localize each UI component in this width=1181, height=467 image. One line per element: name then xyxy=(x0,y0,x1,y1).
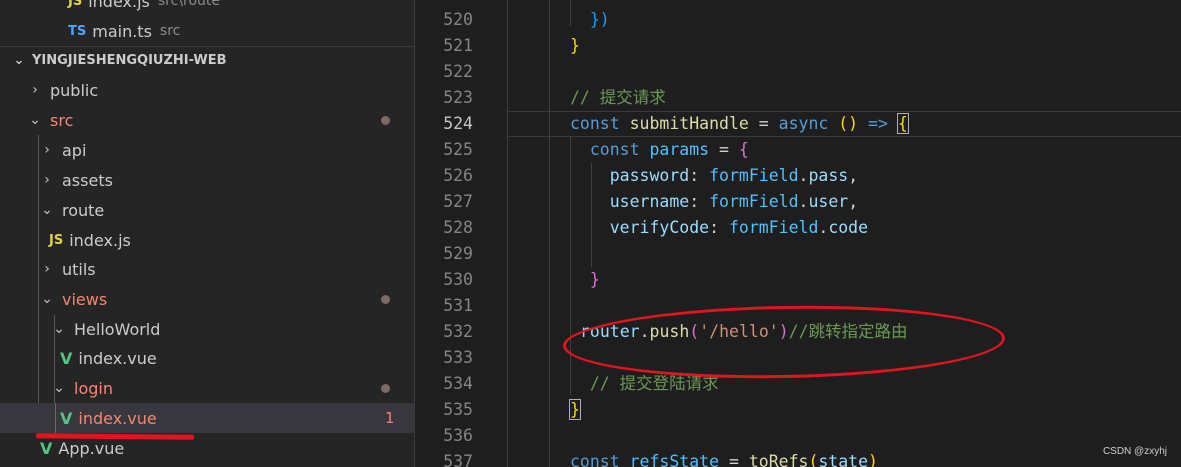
folder-api[interactable]: › api xyxy=(0,135,414,165)
folder-helloworld[interactable]: ⌄ HelloWorld xyxy=(0,314,414,344)
file-login-index-vue[interactable]: V index.vue 1 xyxy=(0,403,414,433)
folder-login[interactable]: ⌄ login xyxy=(0,373,414,403)
problem-count-badge: 1 xyxy=(385,409,395,427)
file-route-index-js[interactable]: JS index.js xyxy=(0,225,414,255)
line-number: 526 xyxy=(443,166,473,185)
explorer-sidebar: JS index.js src\route TS main.ts src ⌄ Y… xyxy=(0,0,414,467)
folder-src[interactable]: ⌄ src xyxy=(0,105,414,135)
chevron-right-icon: › xyxy=(44,172,50,188)
modified-dot-icon xyxy=(381,295,390,304)
folder-assets[interactable]: › assets xyxy=(0,165,414,195)
line-number: 528 xyxy=(443,218,473,237)
vue-file-icon: V xyxy=(60,408,73,428)
explorer-item-index-js-route[interactable]: JS index.js src\route xyxy=(0,0,414,16)
file-helloworld-index-vue[interactable]: V index.vue xyxy=(0,343,414,373)
code-editor[interactable]: 520 521 522 523 524 525 526 527 528 529 530 531 532 5… xyxy=(415,0,1181,467)
chevron-down-icon: ⌄ xyxy=(53,380,65,396)
code-line-530[interactable]: } xyxy=(570,267,600,293)
code-line-537[interactable]: const refsState = toRefs(state) xyxy=(570,449,878,467)
chevron-right-icon: › xyxy=(44,142,50,158)
chevron-down-icon: ⌄ xyxy=(41,291,53,307)
code-line-521[interactable]: } xyxy=(570,33,580,59)
code-line-524[interactable]: const submitHandle = async () => { xyxy=(570,111,909,137)
line-number: 537 xyxy=(443,452,473,467)
chevron-down-icon: ⌄ xyxy=(41,202,53,218)
js-file-icon: JS xyxy=(68,0,83,9)
chevron-down-icon: ⌄ xyxy=(13,53,25,68)
modified-dot-icon xyxy=(381,116,390,125)
line-number: 533 xyxy=(443,348,473,367)
line-number: 535 xyxy=(443,400,473,419)
code-line-523[interactable]: // 提交请求 xyxy=(570,85,666,111)
line-number: 521 xyxy=(443,36,473,55)
line-number: 536 xyxy=(443,426,473,445)
line-number: 525 xyxy=(443,140,473,159)
folder-route[interactable]: ⌄ route xyxy=(0,195,414,225)
chevron-right-icon: › xyxy=(44,261,50,277)
line-number: 523 xyxy=(443,88,473,107)
vue-file-icon: V xyxy=(40,438,53,458)
code-line-525[interactable]: const params = { xyxy=(570,137,749,163)
explorer-item-main-ts[interactable]: TS main.ts src xyxy=(0,16,414,46)
code-line-535[interactable]: } xyxy=(569,397,581,423)
line-number: 531 xyxy=(443,296,473,315)
line-number: 520 xyxy=(443,10,473,29)
chevron-down-icon: ⌄ xyxy=(53,321,65,337)
line-number: 524 xyxy=(443,114,473,133)
ts-file-icon: TS xyxy=(68,23,87,39)
code-line-520[interactable]: }) xyxy=(570,7,610,33)
code-line-528[interactable]: verifyCode: formField.code xyxy=(570,215,868,241)
chevron-down-icon: ⌄ xyxy=(29,112,41,128)
line-number: 527 xyxy=(443,192,473,211)
line-number: 522 xyxy=(443,62,473,81)
line-number: 529 xyxy=(443,244,473,263)
folder-public[interactable]: › public xyxy=(0,75,414,105)
code-line-527[interactable]: username: formField.user, xyxy=(570,189,858,215)
line-number: 532 xyxy=(443,322,473,341)
line-number: 534 xyxy=(443,374,473,393)
watermark: CSDN @zxyhj xyxy=(1102,446,1167,457)
chevron-right-icon: › xyxy=(32,82,38,98)
js-file-icon: JS xyxy=(49,232,64,248)
code-line-526[interactable]: password: formField.pass, xyxy=(570,163,858,189)
project-section-header[interactable]: ⌄ YINGJIESHENGQIUZHI-WEB xyxy=(0,46,414,74)
folder-views[interactable]: ⌄ views xyxy=(0,284,414,314)
line-number: 530 xyxy=(443,270,473,289)
modified-dot-icon xyxy=(381,384,390,393)
vue-file-icon: V xyxy=(60,348,73,368)
folder-utils[interactable]: › utils xyxy=(0,254,414,284)
